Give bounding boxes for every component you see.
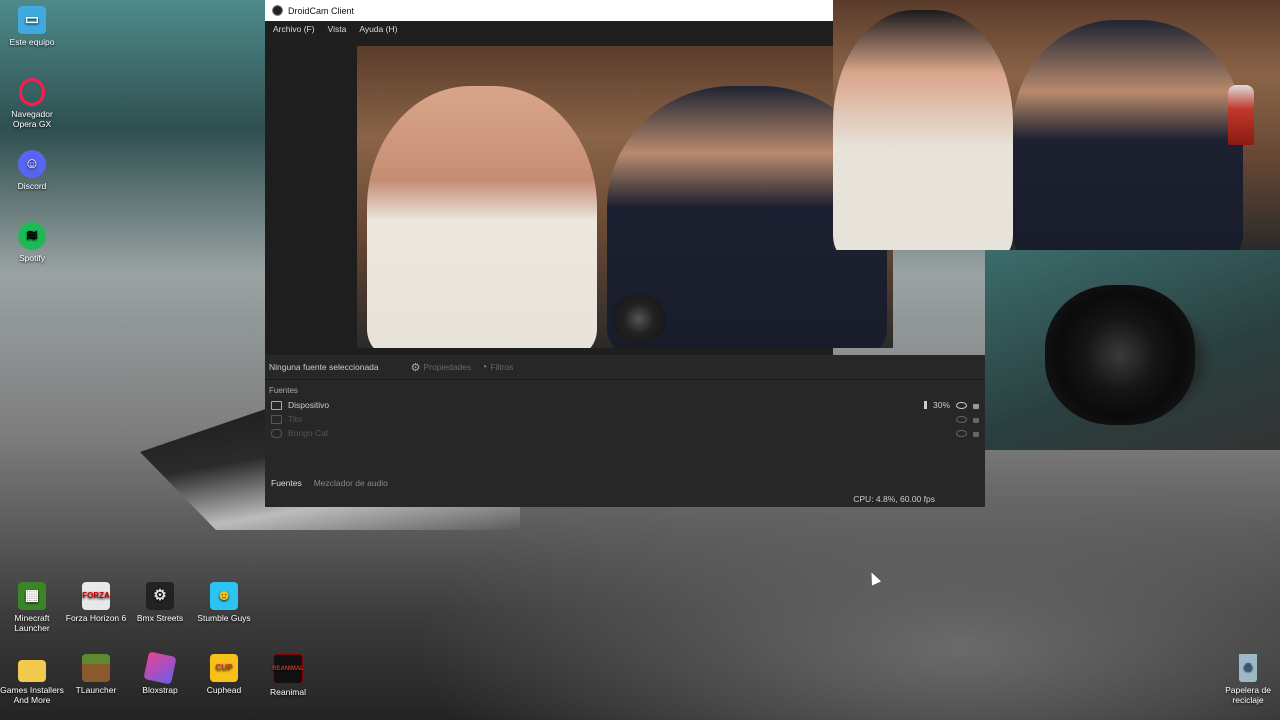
folder-icon — [18, 660, 46, 682]
desktop-icon-label: Minecraft Launcher — [14, 613, 50, 633]
gear-icon: ⚙ — [146, 582, 174, 610]
minecraft-icon: ▦ — [18, 582, 46, 610]
opera-gx-icon — [19, 78, 45, 106]
desktop-icon-recycle-bin[interactable]: ♻ Papelera de reciclaje — [1216, 654, 1280, 705]
desktop-icon-bloxstrap[interactable]: Bloxstrap — [128, 651, 192, 695]
desktop-icon-discord[interactable]: ☺ Discord — [0, 150, 64, 191]
desktop-icon-stumble-guys[interactable]: ☻ Stumble Guys — [192, 582, 256, 623]
desktop-icon-label: Este equipo — [9, 37, 55, 47]
desktop-icon-este-equipo[interactable]: ▭ Este equipo — [0, 6, 64, 47]
tab-fuentes[interactable]: Fuentes — [265, 476, 308, 490]
panel-tabs: Fuentes Mezclador de audio — [265, 476, 394, 490]
camera-overlay — [833, 0, 1280, 250]
window-titlebar[interactable]: DroidCam Client — [265, 0, 833, 21]
grass-block-icon — [82, 654, 110, 682]
wallpaper-car-tyre — [1045, 285, 1195, 425]
desktop-icon-label: TLauncher — [75, 685, 117, 695]
properties-button[interactable]: ⚙ Propiedades — [411, 361, 472, 374]
desktop-icon-label: Bmx Streets — [136, 613, 184, 623]
camera-webcam-mic — [612, 294, 666, 344]
filters-label: Filtros — [490, 362, 514, 372]
gear-icon: ⚙ — [410, 361, 421, 374]
bloxstrap-icon — [143, 651, 177, 685]
no-source-label: Ninguna fuente seleccionada — [269, 362, 379, 372]
desktop-icon-label: Cuphead — [206, 685, 242, 695]
source-volume: 30% — [932, 400, 950, 410]
volume-bar-icon — [923, 401, 927, 409]
desktop-icon-label: Games Installers And More — [0, 685, 64, 705]
desktop-icon-cuphead[interactable]: CUP Cuphead — [192, 654, 256, 695]
droidcam-app-icon — [272, 5, 283, 16]
tab-mezclador-audio[interactable]: Mezclador de audio — [308, 476, 394, 490]
desktop-icon-label: Papelera de reciclaje — [1225, 685, 1271, 705]
droidcam-window: DroidCam Client Archivo (F) Vista Ayuda … — [265, 0, 893, 355]
overlay-bottle — [1228, 85, 1254, 145]
desktop-icon-label: Bloxstrap — [142, 685, 178, 695]
desktop-icon-reanimal[interactable]: REANIMAL Reanimal — [256, 654, 320, 697]
overlay-person-right — [1013, 20, 1243, 250]
desktop-icon-minecraft[interactable]: ▦ Minecraft Launcher — [0, 582, 64, 633]
source-name: Bongo Cat — [288, 428, 329, 438]
menu-bar: Archivo (F) Vista Ayuda (H) — [265, 21, 833, 37]
status-bar-cpu-fps: CPU: 4.8%, 60.00 fps — [853, 494, 935, 504]
desktop-icon-label: Stumble Guys — [197, 613, 251, 623]
menu-ayuda[interactable]: Ayuda (H) — [359, 24, 397, 34]
lock-icon[interactable] — [973, 431, 979, 437]
source-toolbar: Ninguna fuente seleccionada ⚙ Propiedade… — [265, 355, 985, 380]
visibility-eye-icon[interactable] — [956, 401, 967, 409]
desktop-icon-forza[interactable]: FORZA Forza Horizon 6 — [64, 582, 128, 623]
lock-icon[interactable] — [973, 403, 979, 409]
source-name: Dispositivo — [288, 400, 330, 410]
desktop-icon-spotify[interactable]: ≋ Spotify — [0, 222, 64, 263]
source-row-tito[interactable]: Tito — [265, 412, 985, 426]
discord-icon: ☺ — [18, 150, 46, 178]
desktop-icon-label: Navegador Opera GX — [11, 109, 53, 129]
camera-icon — [271, 414, 282, 424]
overlay-person-left — [833, 10, 1013, 250]
desktop-icon-opera-gx[interactable]: Navegador Opera GX — [0, 78, 64, 129]
filter-icon: ◔ — [481, 361, 488, 373]
sources-panel: Ninguna fuente seleccionada ⚙ Propiedade… — [265, 355, 985, 507]
recycle-bin-icon: ♻ — [1239, 654, 1257, 682]
source-name: Tito — [288, 414, 302, 424]
camera-preview — [357, 46, 893, 348]
stumble-guys-icon: ☻ — [210, 582, 238, 610]
desktop-icon-label: Forza Horizon 6 — [65, 613, 127, 623]
camera-icon — [271, 400, 282, 410]
mouse-cursor-icon — [866, 570, 882, 586]
monitor-icon: ▭ — [18, 6, 46, 34]
spotify-icon: ≋ — [18, 222, 46, 250]
desktop-icon-label: Reanimal — [270, 687, 306, 697]
desktop-icon-label: Discord — [17, 181, 47, 191]
game-capture-icon — [271, 428, 282, 438]
forza-icon: FORZA — [82, 582, 110, 610]
desktop-icon-tlauncher[interactable]: TLauncher — [64, 654, 128, 695]
menu-vista[interactable]: Vista — [328, 24, 347, 34]
visibility-eye-off-icon[interactable] — [956, 429, 967, 437]
sources-section-label: Fuentes — [269, 386, 298, 395]
source-row-dispositivo[interactable]: Dispositivo 30% — [265, 398, 985, 412]
properties-label: Propiedades — [423, 362, 472, 372]
desktop-icon-bmx-streets[interactable]: ⚙ Bmx Streets — [128, 582, 192, 623]
desktop-icon-label: Spotify — [19, 253, 45, 263]
window-title: DroidCam Client — [288, 5, 355, 16]
desktop-icon-games-folder[interactable]: Games Installers And More — [0, 654, 64, 705]
camera-person-left — [367, 86, 597, 348]
menu-archivo[interactable]: Archivo (F) — [273, 24, 315, 34]
filters-button[interactable]: ◔ Filtros — [481, 362, 513, 373]
reanimal-icon: REANIMAL — [272, 654, 304, 684]
source-row-bongo-cat[interactable]: Bongo Cat — [265, 426, 985, 440]
lock-icon[interactable] — [973, 417, 979, 423]
visibility-eye-off-icon[interactable] — [956, 415, 967, 423]
cuphead-icon: CUP — [210, 654, 238, 682]
